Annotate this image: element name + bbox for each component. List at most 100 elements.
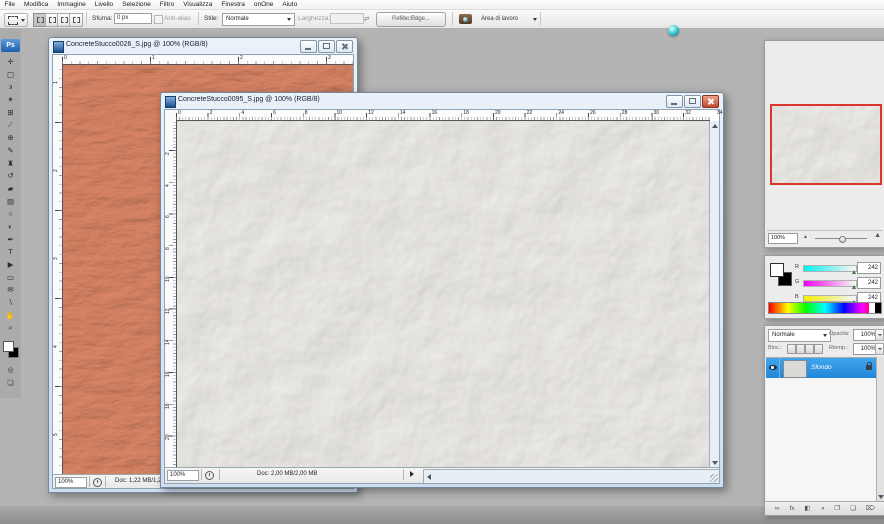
visibility-cell[interactable]: [766, 358, 780, 378]
healing-brush-tool[interactable]: ⊕: [0, 132, 21, 145]
history-brush-tool[interactable]: ↺: [0, 170, 21, 183]
scroll-down-icon[interactable]: [712, 461, 718, 465]
vertical-scrollbar[interactable]: [709, 121, 719, 468]
zoom-tool[interactable]: ⌕: [0, 322, 21, 335]
menu-filtro[interactable]: Filtro: [155, 1, 178, 8]
channel-value-r[interactable]: 242: [857, 262, 881, 274]
blur-tool[interactable]: ○: [0, 208, 21, 221]
adjustment-layer-icon[interactable]: ◑: [820, 503, 824, 515]
slider-knob[interactable]: [839, 236, 846, 243]
channel-slider-r[interactable]: [803, 265, 857, 272]
screen-mode-button[interactable]: ❑: [0, 379, 21, 387]
style-dropdown[interactable]: Normale: [222, 13, 295, 26]
layer-style-icon[interactable]: fx: [789, 503, 794, 515]
layer-row-background[interactable]: Sfondo: [766, 358, 877, 378]
foreground-color-swatch[interactable]: [770, 263, 784, 277]
canvas-gray-texture[interactable]: [177, 121, 709, 468]
crop-tool[interactable]: ⊞: [0, 107, 21, 120]
bridge-icon[interactable]: [459, 14, 472, 24]
link-layers-icon[interactable]: ∞: [775, 503, 780, 515]
rectangular-marquee-tool[interactable]: ▢: [0, 69, 21, 82]
antialias-checkbox[interactable]: [154, 15, 163, 24]
window2-titlebar[interactable]: ConcreteStucco0095_S.jpg @ 100% (RGB/8): [161, 93, 723, 109]
brush-tool[interactable]: ✎: [0, 145, 21, 158]
blend-mode-dropdown[interactable]: Normale: [768, 329, 831, 342]
eyedropper-tool[interactable]: ∖: [0, 297, 21, 310]
intersect-selection-button[interactable]: [69, 13, 83, 27]
scroll-up-icon[interactable]: [712, 124, 718, 128]
zoom-level-field[interactable]: 100%: [55, 477, 87, 488]
layer-mask-icon[interactable]: ◧: [804, 503, 810, 515]
color-spectrum-ramp[interactable]: [768, 302, 882, 314]
path-selection-tool[interactable]: ▶: [0, 259, 21, 272]
lock-transparency-icon[interactable]: [787, 344, 796, 354]
channel-value-g[interactable]: 242: [857, 277, 881, 289]
zoom-in-mountain-icon[interactable]: ▲: [874, 232, 881, 239]
type-tool[interactable]: T: [0, 246, 21, 259]
window1-titlebar[interactable]: ConcreteStucco0026_S.jpg @ 100% (RGB/8): [49, 38, 357, 54]
menu-livello[interactable]: Livello: [90, 1, 117, 8]
quick-mask-button[interactable]: ◎: [0, 366, 21, 374]
lock-all-icon[interactable]: [814, 344, 823, 354]
delete-layer-icon[interactable]: ⌦: [866, 503, 875, 515]
menu-modifica[interactable]: Modifica: [19, 1, 52, 8]
hand-tool[interactable]: ✋: [0, 310, 21, 323]
eye-icon[interactable]: [769, 365, 777, 370]
tool-preset-picker[interactable]: [4, 13, 28, 27]
workspace-menu-button[interactable]: Area di lavoro: [478, 13, 539, 25]
opacity-spinner[interactable]: [875, 329, 884, 341]
black-swatch[interactable]: [875, 303, 881, 313]
shape-tool[interactable]: ▭: [0, 272, 21, 285]
layers-scrollbar[interactable]: [876, 357, 884, 501]
menu-selezione[interactable]: Selezione: [118, 1, 156, 8]
maximize-button[interactable]: [318, 40, 335, 53]
move-tool[interactable]: ✛: [0, 56, 21, 69]
scroll-left-icon[interactable]: [427, 474, 431, 480]
menu-file[interactable]: File: [0, 1, 19, 8]
resize-grip[interactable]: [710, 474, 718, 482]
magic-wand-tool[interactable]: ✶: [0, 94, 21, 107]
layer-thumbnail[interactable]: [783, 360, 807, 378]
new-group-icon[interactable]: ❒: [834, 503, 840, 515]
channel-slider-g[interactable]: [803, 280, 857, 287]
channel-slider-b[interactable]: [803, 295, 857, 302]
lock-pixels-icon[interactable]: [796, 344, 805, 354]
status-popup-icon[interactable]: [410, 471, 414, 477]
fill-spinner[interactable]: [875, 343, 884, 355]
close-button[interactable]: [702, 95, 719, 108]
minimize-button[interactable]: [300, 40, 317, 53]
maximize-button[interactable]: [684, 95, 701, 108]
minimize-button[interactable]: [666, 95, 683, 108]
zoom-out-mountain-icon[interactable]: ▲: [803, 234, 808, 240]
slider-pointer-icon[interactable]: [852, 285, 856, 289]
clone-stamp-tool[interactable]: ♜: [0, 158, 21, 171]
slice-tool[interactable]: ∕: [0, 119, 21, 132]
gradient-tool[interactable]: ▤: [0, 196, 21, 209]
navigator-zoom-slider[interactable]: [815, 238, 867, 239]
document-window-2[interactable]: ConcreteStucco0095_S.jpg @ 100% (RGB/8) …: [160, 92, 724, 488]
navigator-thumbnail[interactable]: [770, 104, 882, 185]
close-button[interactable]: [336, 40, 353, 53]
menu-finestra[interactable]: Finestra: [217, 1, 249, 8]
notes-tool[interactable]: ✉: [0, 284, 21, 297]
channel-label: B: [795, 294, 799, 300]
navigator-zoom-field[interactable]: 100%: [768, 233, 798, 244]
slider-pointer-icon[interactable]: [852, 270, 856, 274]
zoom-level-field[interactable]: 100%: [167, 470, 199, 481]
new-layer-icon[interactable]: ❏: [850, 503, 856, 515]
scroll-down-icon[interactable]: [878, 495, 884, 499]
lock-position-icon[interactable]: [805, 344, 814, 354]
pen-tool[interactable]: ✒: [0, 234, 21, 247]
menu-onone[interactable]: onOne: [249, 1, 278, 8]
menu-aiuto[interactable]: Aiuto: [278, 1, 302, 8]
feather-input[interactable]: 0 px: [114, 13, 152, 24]
dodge-tool[interactable]: ◐: [0, 221, 21, 234]
menu-visualizza[interactable]: Visualizza: [179, 1, 217, 8]
lasso-tool[interactable]: ϶: [0, 81, 21, 94]
menu-immagine[interactable]: Immagine: [53, 1, 91, 8]
swap-dimensions-icon[interactable]: ⇄: [364, 15, 369, 23]
foreground-color-swatch[interactable]: [3, 341, 14, 352]
eraser-tool[interactable]: ▰: [0, 183, 21, 196]
floating-sphere-icon[interactable]: [668, 25, 679, 36]
horizontal-scrollbar[interactable]: [423, 469, 719, 483]
